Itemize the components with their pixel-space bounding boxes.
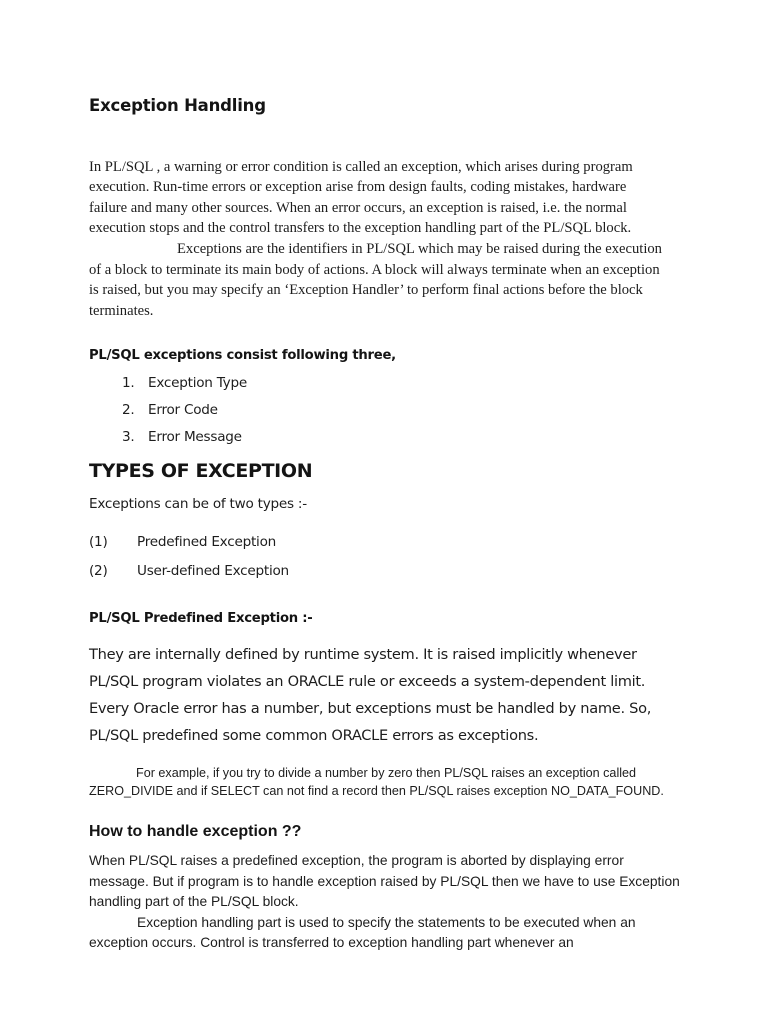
- intro-paragraph-2-text: Exceptions are the identifiers in PL/SQL…: [89, 241, 662, 319]
- list-marker: (2): [89, 562, 108, 579]
- list-item: (1) Predefined Exception: [89, 533, 669, 551]
- list-item-label: Error Message: [148, 429, 242, 446]
- intro-paragraph-1: In PL/SQL , a warning or error condition…: [89, 158, 633, 237]
- list-item-label: Predefined Exception: [137, 533, 276, 550]
- list-item: 3. Error Message: [89, 428, 669, 446]
- handle-paragraph-2-text: Exception handling part is used to speci…: [89, 914, 636, 951]
- list-item: 1. Exception Type: [89, 374, 669, 392]
- predefined-exception-body: They are internally defined by runtime s…: [89, 646, 652, 745]
- list-item-label: Error Code: [148, 401, 218, 418]
- list-item: (2) User-defined Exception: [89, 562, 669, 580]
- handle-paragraph-1: When PL/SQL raises a predefined exceptio…: [89, 853, 680, 910]
- exception-parts-list: 1. Exception Type 2. Error Code 3. Error…: [89, 374, 669, 447]
- document-body: Exception Handling In PL/SQL , a warning…: [89, 96, 680, 954]
- intro-paragraph-2: Exceptions are the identifiers in PL/SQL…: [89, 239, 667, 321]
- list-marker: (1): [89, 533, 108, 550]
- example-paragraph-text: For example, if you try to divide a numb…: [89, 766, 664, 798]
- list-marker: 1.: [122, 374, 135, 391]
- list-item-label: Exception Type: [148, 374, 247, 391]
- example-paragraph: For example, if you try to divide a numb…: [89, 765, 669, 800]
- list-item-label: User-defined Exception: [137, 562, 289, 579]
- predefined-exception-heading: PL/SQL Predefined Exception :-: [89, 611, 313, 627]
- types-intro-text: Exceptions can be of two types :-: [89, 496, 307, 513]
- document-page: Exception Handling In PL/SQL , a warning…: [0, 0, 768, 1024]
- list-marker: 2.: [122, 401, 135, 418]
- handle-paragraph-2: Exception handling part is used to speci…: [89, 913, 681, 954]
- list-item: 2. Error Code: [89, 401, 669, 419]
- page-title: Exception Handling: [89, 96, 266, 115]
- how-to-handle-heading: How to handle exception ??: [89, 823, 302, 841]
- list-marker: 3.: [122, 429, 135, 446]
- types-of-exception-heading: TYPES OF EXCEPTION: [89, 459, 313, 482]
- exception-types-list: (1) Predefined Exception (2) User-define…: [89, 533, 669, 581]
- consist-heading: PL/SQL exceptions consist following thre…: [89, 348, 396, 364]
